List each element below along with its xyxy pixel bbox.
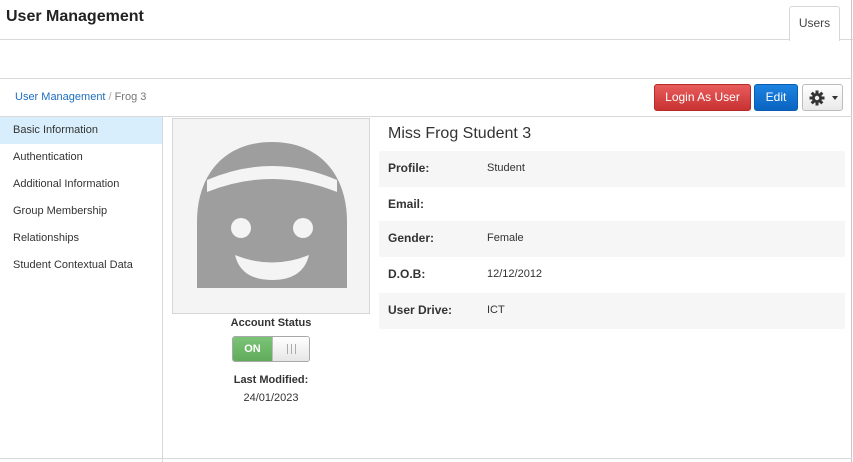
- window-edge: [851, 0, 852, 462]
- info-label: User Drive:: [388, 303, 453, 317]
- info-label: Gender:: [388, 231, 435, 245]
- tab-users[interactable]: Users: [789, 6, 840, 41]
- knob-grip-line: [287, 344, 288, 354]
- info-value: Student: [487, 162, 525, 174]
- edit-button[interactable]: Edit: [754, 84, 798, 111]
- info-row-gender: Gender: Female: [379, 221, 845, 257]
- settings-dropdown-button[interactable]: [802, 84, 843, 111]
- account-status-toggle[interactable]: ON: [232, 336, 310, 362]
- user-full-name: Miss Frog Student 3: [388, 125, 532, 142]
- sidebar-item-student-contextual-data[interactable]: Student Contextual Data: [0, 252, 162, 279]
- knob-grip-line: [295, 344, 296, 354]
- info-row-dob: D.O.B: 12/12/2012: [379, 257, 845, 293]
- last-modified-label: Last Modified:: [233, 374, 309, 386]
- toggle-on-label: ON: [233, 337, 272, 361]
- sidebar-item-authentication[interactable]: Authentication: [0, 144, 162, 171]
- info-row-profile: Profile: Student: [379, 151, 845, 187]
- divider: [0, 458, 852, 459]
- avatar: [172, 118, 370, 314]
- knob-grip-line: [291, 344, 292, 354]
- sidebar-item-group-membership[interactable]: Group Membership: [0, 198, 162, 225]
- breadcrumb-root-link[interactable]: User Management: [15, 91, 106, 103]
- info-value: 12/12/2012: [487, 268, 543, 280]
- chevron-down-icon: [832, 96, 838, 100]
- info-label: D.O.B:: [388, 267, 426, 281]
- app-header: User Management Users: [0, 0, 853, 41]
- toolbar: User Management / Frog 3 Login As User Edi…: [0, 78, 852, 117]
- female-student-avatar-icon: [197, 142, 347, 288]
- gear-icon: [809, 90, 825, 106]
- breadcrumb-current: Frog 3: [114, 91, 147, 103]
- login-as-user-button[interactable]: Login As User: [654, 84, 751, 111]
- sidebar-item-relationships[interactable]: Relationships: [0, 225, 162, 252]
- breadcrumb-separator: /: [108, 91, 112, 103]
- info-row-email: Email:: [379, 187, 845, 223]
- info-row-user-drive: User Drive: ICT: [379, 293, 845, 329]
- last-modified-date: 24/01/2023: [243, 392, 299, 404]
- toggle-knob[interactable]: [272, 337, 309, 361]
- info-value: Female: [487, 232, 524, 244]
- info-label: Profile:: [388, 161, 430, 175]
- sidebar: Basic Information Authentication Additio…: [0, 117, 163, 462]
- info-value: ICT: [487, 304, 505, 316]
- page-title: User Management: [6, 8, 144, 25]
- sidebar-item-basic-information[interactable]: Basic Information: [0, 117, 162, 144]
- account-status-label: Account Status: [230, 317, 312, 329]
- info-label: Email:: [388, 197, 425, 211]
- sidebar-item-additional-information[interactable]: Additional Information: [0, 171, 162, 198]
- breadcrumb: User Management / Frog 3: [15, 91, 146, 103]
